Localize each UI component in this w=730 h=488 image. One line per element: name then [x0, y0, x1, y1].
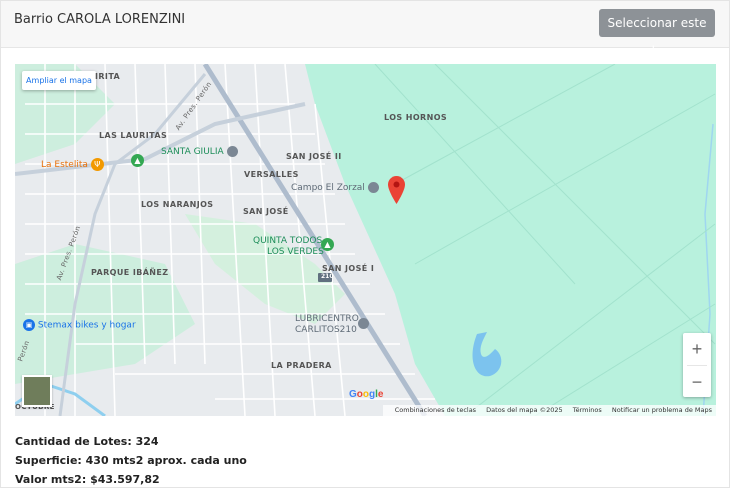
map-label-parque-ibanez: PARQUE IBÁÑEZ [91, 268, 169, 277]
la-estelita-label: La Estelita [41, 160, 88, 170]
campo-el-zorzal-label: Campo El Zorzal [291, 183, 365, 193]
poi-campo-el-zorzal[interactable]: Campo El Zorzal [291, 182, 379, 193]
map-label-irita: IRITA [95, 72, 121, 81]
plan-card: Barrio CAROLA LORENZINI Seleccionar este… [0, 0, 730, 488]
quinta-line-2: LOS VERDES [267, 247, 324, 257]
map-graphics [15, 64, 716, 416]
lubricentro-line-2: CARLITOS210 [295, 325, 357, 335]
map-label-san-jose-i: SAN JOSÉ I [322, 264, 375, 273]
restaurant-icon: Ψ [90, 158, 104, 171]
google-logo: Google [349, 389, 384, 400]
stemax-label: Stemax bikes y hogar [37, 320, 136, 331]
select-plan-button[interactable]: Seleccionar este plan [599, 9, 715, 58]
poi-stemax[interactable]: ▣ Stemax bikes y hogar [23, 319, 136, 331]
map-label-los-naranjos: LOS NARANJOS [141, 200, 214, 209]
keyboard-shortcuts-link[interactable]: Combinaciones de teclas [395, 406, 476, 414]
neighborhood-title: Barrio CAROLA LORENZINI [14, 12, 186, 27]
poi-lubricentro[interactable]: LUBRICENTRO CARLITOS210 [295, 314, 359, 336]
map-label-san-jose-ii: SAN JOSÉ II [286, 152, 342, 161]
zoom-control: + − [683, 333, 711, 397]
quinta-line-1: QUINTA TODOS [253, 236, 323, 246]
satellite-thumbnail[interactable] [22, 375, 52, 407]
lubricentro-line-1: LUBRICENTRO [295, 314, 359, 324]
route-shield-label: 210 [321, 273, 334, 280]
poi-santa-giulia[interactable]: SANTA GIULIA [161, 146, 238, 157]
poi-la-estelita[interactable]: La Estelita Ψ [41, 158, 104, 171]
place-icon [358, 318, 369, 332]
map-label-versalles: VERSALLES [244, 170, 299, 179]
card-header: Barrio CAROLA LORENZINI Seleccionar este… [1, 1, 729, 58]
map-label-los-hornos: LOS HORNOS [384, 113, 448, 122]
map-label-san-jose: SAN JOSÉ [243, 207, 289, 216]
poi-quinta-todos-los-verdes[interactable]: QUINTA TODOS LOS VERDES [253, 236, 324, 258]
map-view[interactable]: Ampliar el mapa IRITA LAS LAURITAS LOS H… [15, 64, 716, 416]
map-data-text: Datos del mapa ©2025 [486, 406, 563, 414]
enlarge-map-button[interactable]: Ampliar el mapa [22, 71, 96, 90]
report-problem-link[interactable]: Notificar un problema de Maps [612, 406, 712, 414]
park-icon-quinta: ▲ [321, 238, 334, 251]
place-icon [226, 146, 238, 157]
shopping-icon: ▣ [23, 319, 35, 331]
place-icon [367, 182, 379, 193]
price-per-m2: Valor mts2: $43.597,82 [15, 473, 160, 486]
map-label-las-lauritas: LAS LAURITAS [99, 131, 168, 140]
map-attribution: Combinaciones de teclas Datos del mapa ©… [382, 405, 716, 416]
park-icon[interactable]: ▲ [131, 154, 144, 167]
zoom-out-button[interactable]: − [683, 366, 711, 398]
terms-link[interactable]: Términos [573, 406, 602, 414]
santa-giulia-label: SANTA GIULIA [161, 147, 224, 157]
lots-count: Cantidad de Lotes: 324 [15, 435, 159, 448]
zoom-in-button[interactable]: + [683, 333, 711, 365]
map-label-la-pradera: LA PRADERA [271, 361, 332, 370]
surface-area: Superficie: 430 mts2 aprox. cada uno [15, 454, 247, 467]
